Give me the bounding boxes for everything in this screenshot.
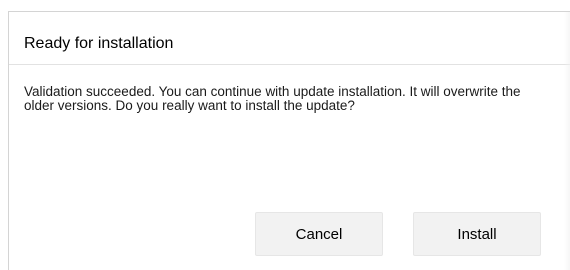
install-button[interactable]: Install xyxy=(413,212,541,256)
install-dialog: Ready for installation Validation succee… xyxy=(8,11,570,270)
dialog-title: Ready for installation xyxy=(24,35,174,52)
cancel-button[interactable]: Cancel xyxy=(255,212,383,256)
dialog-message: Validation succeeded. You can continue w… xyxy=(24,84,521,113)
dialog-title-bar: Ready for installation xyxy=(9,12,570,65)
dialog-edge-shadow xyxy=(564,12,570,270)
